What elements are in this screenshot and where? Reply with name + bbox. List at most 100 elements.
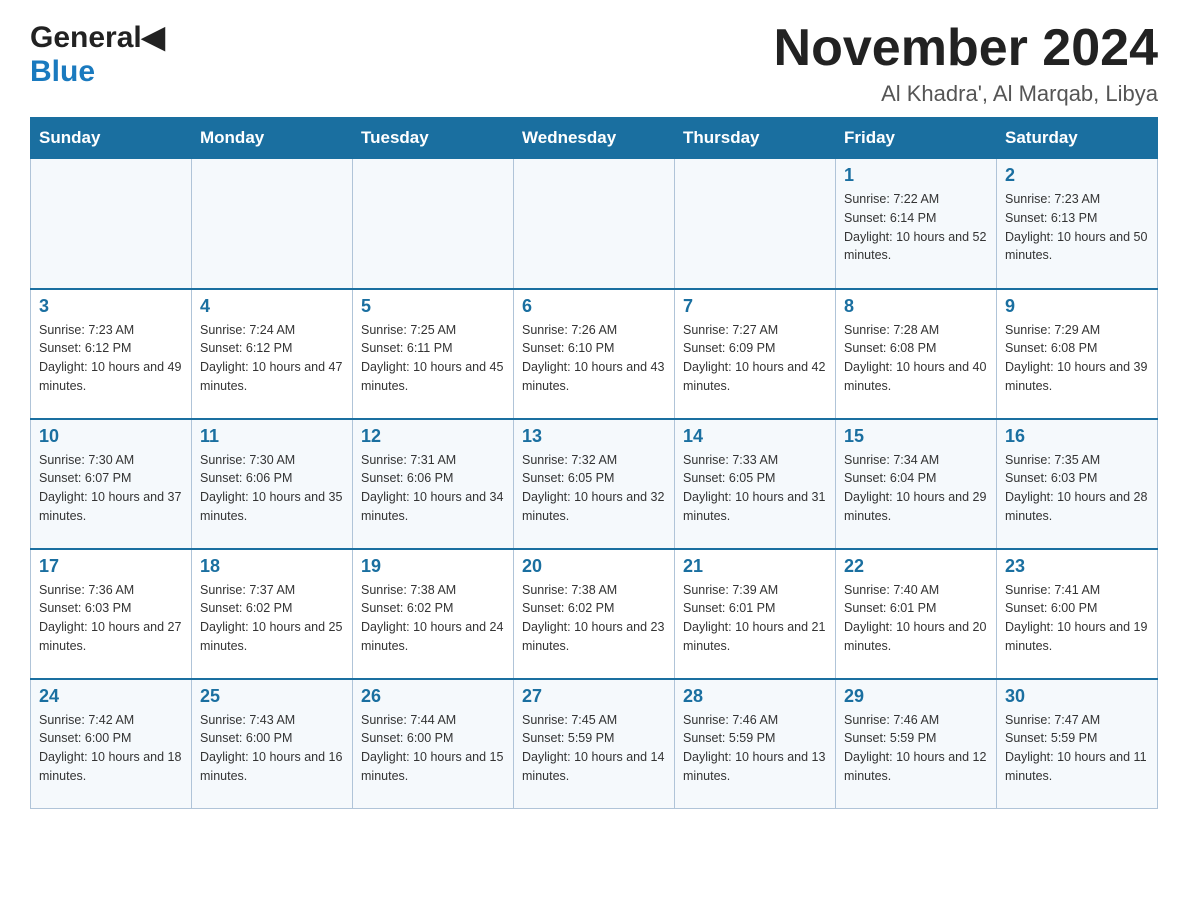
calendar-day-cell: 15 Sunrise: 7:34 AMSunset: 6:04 PMDayligh… bbox=[836, 419, 997, 549]
day-number: 1 bbox=[844, 165, 988, 186]
day-info: Sunrise: 7:22 AMSunset: 6:14 PMDaylight:… bbox=[844, 190, 988, 265]
page-header: General◀ Blue November 2024 Al Khadra', … bbox=[30, 20, 1158, 107]
day-number: 12 bbox=[361, 426, 505, 447]
calendar-day-cell: 4 Sunrise: 7:24 AMSunset: 6:12 PMDaylight… bbox=[192, 289, 353, 419]
day-info: Sunrise: 7:25 AMSunset: 6:11 PMDaylight:… bbox=[361, 321, 505, 396]
day-number: 3 bbox=[39, 296, 183, 317]
calendar-day-cell: 17Sunrise: 7:36 AMSunset: 6:03 PMDayligh… bbox=[31, 549, 192, 679]
calendar-week-row: 10 Sunrise: 7:30 AMSunset: 6:07 PMDayligh… bbox=[31, 419, 1158, 549]
calendar-week-row: 3 Sunrise: 7:23 AMSunset: 6:12 PMDaylight… bbox=[31, 289, 1158, 419]
calendar-day-cell: 2 Sunrise: 7:23 AMSunset: 6:13 PMDaylight… bbox=[997, 159, 1158, 289]
calendar-day-cell: 7 Sunrise: 7:27 AMSunset: 6:09 PMDaylight… bbox=[675, 289, 836, 419]
day-info: Sunrise: 7:34 AMSunset: 6:04 PMDaylight:… bbox=[844, 451, 988, 526]
day-info: Sunrise: 7:46 AMSunset: 5:59 PMDaylight:… bbox=[844, 711, 988, 786]
day-info: Sunrise: 7:30 AMSunset: 6:07 PMDaylight:… bbox=[39, 451, 183, 526]
day-number: 19 bbox=[361, 556, 505, 577]
day-number: 28 bbox=[683, 686, 827, 707]
day-info: Sunrise: 7:38 AMSunset: 6:02 PMDaylight:… bbox=[522, 581, 666, 656]
calendar-day-cell: 19 Sunrise: 7:38 AMSunset: 6:02 PMDayligh… bbox=[353, 549, 514, 679]
calendar-day-cell: 22 Sunrise: 7:40 AMSunset: 6:01 PMDayligh… bbox=[836, 549, 997, 679]
calendar-day-cell: 18 Sunrise: 7:37 AMSunset: 6:02 PMDayligh… bbox=[192, 549, 353, 679]
day-number: 9 bbox=[1005, 296, 1149, 317]
calendar-day-cell: 14Sunrise: 7:33 AMSunset: 6:05 PMDayligh… bbox=[675, 419, 836, 549]
title-section: November 2024 Al Khadra', Al Marqab, Lib… bbox=[774, 20, 1158, 107]
calendar-day-cell bbox=[514, 159, 675, 289]
day-info: Sunrise: 7:28 AMSunset: 6:08 PMDaylight:… bbox=[844, 321, 988, 396]
day-number: 20 bbox=[522, 556, 666, 577]
day-info: Sunrise: 7:38 AMSunset: 6:02 PMDaylight:… bbox=[361, 581, 505, 656]
calendar-day-cell: 13Sunrise: 7:32 AMSunset: 6:05 PMDayligh… bbox=[514, 419, 675, 549]
calendar-day-cell: 24 Sunrise: 7:42 AMSunset: 6:00 PMDayligh… bbox=[31, 679, 192, 809]
day-info: Sunrise: 7:47 AMSunset: 5:59 PMDaylight:… bbox=[1005, 711, 1149, 786]
calendar-day-cell: 8 Sunrise: 7:28 AMSunset: 6:08 PMDaylight… bbox=[836, 289, 997, 419]
day-number: 27 bbox=[522, 686, 666, 707]
calendar-day-cell: 30 Sunrise: 7:47 AMSunset: 5:59 PMDayligh… bbox=[997, 679, 1158, 809]
calendar-day-cell: 25Sunrise: 7:43 AMSunset: 6:00 PMDayligh… bbox=[192, 679, 353, 809]
day-info: Sunrise: 7:23 AMSunset: 6:12 PMDaylight:… bbox=[39, 321, 183, 396]
calendar-day-cell bbox=[31, 159, 192, 289]
day-number: 4 bbox=[200, 296, 344, 317]
day-number: 15 bbox=[844, 426, 988, 447]
day-of-week-header: Thursday bbox=[675, 118, 836, 159]
day-number: 26 bbox=[361, 686, 505, 707]
calendar-day-cell bbox=[353, 159, 514, 289]
calendar-subtitle: Al Khadra', Al Marqab, Libya bbox=[774, 81, 1158, 107]
calendar-day-cell: 29 Sunrise: 7:46 AMSunset: 5:59 PMDayligh… bbox=[836, 679, 997, 809]
day-info: Sunrise: 7:43 AMSunset: 6:00 PMDaylight:… bbox=[200, 711, 344, 786]
day-info: Sunrise: 7:45 AMSunset: 5:59 PMDaylight:… bbox=[522, 711, 666, 786]
day-number: 21 bbox=[683, 556, 827, 577]
day-info: Sunrise: 7:37 AMSunset: 6:02 PMDaylight:… bbox=[200, 581, 344, 656]
day-number: 13 bbox=[522, 426, 666, 447]
calendar-week-row: 24 Sunrise: 7:42 AMSunset: 6:00 PMDayligh… bbox=[31, 679, 1158, 809]
day-info: Sunrise: 7:31 AMSunset: 6:06 PMDaylight:… bbox=[361, 451, 505, 526]
day-number: 30 bbox=[1005, 686, 1149, 707]
day-number: 22 bbox=[844, 556, 988, 577]
day-info: Sunrise: 7:29 AMSunset: 6:08 PMDaylight:… bbox=[1005, 321, 1149, 396]
day-number: 2 bbox=[1005, 165, 1149, 186]
calendar-day-cell: 16Sunrise: 7:35 AMSunset: 6:03 PMDayligh… bbox=[997, 419, 1158, 549]
day-of-week-header: Sunday bbox=[31, 118, 192, 159]
day-of-week-header: Friday bbox=[836, 118, 997, 159]
day-number: 29 bbox=[844, 686, 988, 707]
calendar-table: SundayMondayTuesdayWednesdayThursdayFrid… bbox=[30, 117, 1158, 809]
calendar-day-cell: 9 Sunrise: 7:29 AMSunset: 6:08 PMDaylight… bbox=[997, 289, 1158, 419]
calendar-day-cell: 28 Sunrise: 7:46 AMSunset: 5:59 PMDayligh… bbox=[675, 679, 836, 809]
calendar-day-cell: 20 Sunrise: 7:38 AMSunset: 6:02 PMDayligh… bbox=[514, 549, 675, 679]
calendar-day-cell: 26 Sunrise: 7:44 AMSunset: 6:00 PMDayligh… bbox=[353, 679, 514, 809]
day-number: 7 bbox=[683, 296, 827, 317]
day-number: 11 bbox=[200, 426, 344, 447]
day-of-week-header: Wednesday bbox=[514, 118, 675, 159]
calendar-week-row: 1 Sunrise: 7:22 AMSunset: 6:14 PMDaylight… bbox=[31, 159, 1158, 289]
day-info: Sunrise: 7:42 AMSunset: 6:00 PMDaylight:… bbox=[39, 711, 183, 786]
calendar-week-row: 17Sunrise: 7:36 AMSunset: 6:03 PMDayligh… bbox=[31, 549, 1158, 679]
calendar-header-row: SundayMondayTuesdayWednesdayThursdayFrid… bbox=[31, 118, 1158, 159]
day-number: 6 bbox=[522, 296, 666, 317]
logo: General◀ Blue bbox=[30, 20, 165, 89]
day-of-week-header: Monday bbox=[192, 118, 353, 159]
day-info: Sunrise: 7:26 AMSunset: 6:10 PMDaylight:… bbox=[522, 321, 666, 396]
day-number: 10 bbox=[39, 426, 183, 447]
day-info: Sunrise: 7:36 AMSunset: 6:03 PMDaylight:… bbox=[39, 581, 183, 656]
logo-blue-row: Blue bbox=[30, 55, 95, 89]
calendar-day-cell: 21Sunrise: 7:39 AMSunset: 6:01 PMDayligh… bbox=[675, 549, 836, 679]
calendar-day-cell bbox=[192, 159, 353, 289]
day-info: Sunrise: 7:44 AMSunset: 6:00 PMDaylight:… bbox=[361, 711, 505, 786]
day-number: 18 bbox=[200, 556, 344, 577]
day-info: Sunrise: 7:35 AMSunset: 6:03 PMDaylight:… bbox=[1005, 451, 1149, 526]
calendar-day-cell: 5Sunrise: 7:25 AMSunset: 6:11 PMDaylight… bbox=[353, 289, 514, 419]
day-info: Sunrise: 7:46 AMSunset: 5:59 PMDaylight:… bbox=[683, 711, 827, 786]
day-info: Sunrise: 7:24 AMSunset: 6:12 PMDaylight:… bbox=[200, 321, 344, 396]
calendar-day-cell: 27 Sunrise: 7:45 AMSunset: 5:59 PMDayligh… bbox=[514, 679, 675, 809]
day-info: Sunrise: 7:40 AMSunset: 6:01 PMDaylight:… bbox=[844, 581, 988, 656]
day-number: 24 bbox=[39, 686, 183, 707]
calendar-title: November 2024 bbox=[774, 20, 1158, 77]
day-info: Sunrise: 7:27 AMSunset: 6:09 PMDaylight:… bbox=[683, 321, 827, 396]
day-info: Sunrise: 7:30 AMSunset: 6:06 PMDaylight:… bbox=[200, 451, 344, 526]
calendar-day-cell: 11 Sunrise: 7:30 AMSunset: 6:06 PMDayligh… bbox=[192, 419, 353, 549]
day-number: 8 bbox=[844, 296, 988, 317]
day-number: 14 bbox=[683, 426, 827, 447]
day-of-week-header: Tuesday bbox=[353, 118, 514, 159]
calendar-day-cell: 1 Sunrise: 7:22 AMSunset: 6:14 PMDaylight… bbox=[836, 159, 997, 289]
day-info: Sunrise: 7:23 AMSunset: 6:13 PMDaylight:… bbox=[1005, 190, 1149, 265]
calendar-day-cell: 12 Sunrise: 7:31 AMSunset: 6:06 PMDayligh… bbox=[353, 419, 514, 549]
